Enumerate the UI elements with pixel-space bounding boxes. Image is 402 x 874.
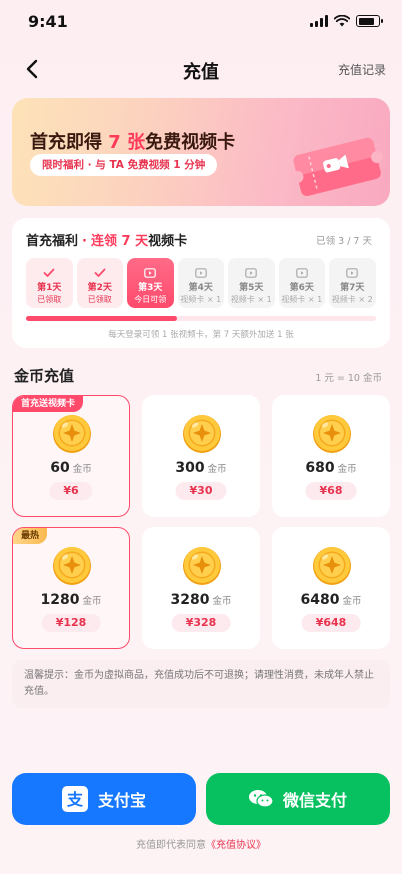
- status-icons: [310, 15, 383, 27]
- signin-day-label: 第3天: [138, 283, 163, 293]
- package-price: ¥68: [305, 482, 357, 500]
- coin-amount: 1280 金币: [40, 592, 102, 608]
- signin-day-label: 第2天: [87, 283, 112, 293]
- package-price: ¥648: [301, 614, 361, 632]
- video-card-icon: [144, 268, 157, 278]
- signin-day: 第6天视频卡 × 1: [278, 258, 325, 308]
- signin-day-status: 已领取: [37, 295, 62, 304]
- signin-day[interactable]: 第3天今日可领: [127, 258, 174, 308]
- video-card-icon: [245, 268, 258, 278]
- signin-day-status: 今日可领: [134, 295, 167, 304]
- coin-amount: 680 金币: [305, 460, 357, 476]
- coin-section-title: 金币充值: [14, 367, 75, 385]
- gold-coin-icon: [183, 547, 221, 585]
- signin-day-status: 视频卡 × 1: [180, 295, 222, 304]
- alipay-label: 支付宝: [97, 791, 146, 810]
- signin-day: 第1天已领取: [26, 258, 73, 308]
- nav-bar: 充值 充值记录: [0, 52, 402, 86]
- signin-day-label: 第6天: [289, 283, 314, 293]
- video-card-icon: [346, 268, 359, 278]
- signin-day-label: 第5天: [239, 283, 264, 293]
- signin-title: 首充福利 · 连领 7 天视频卡: [26, 234, 188, 249]
- status-bar: 9:41: [0, 0, 402, 44]
- battery-icon: [356, 15, 383, 27]
- gold-coin-icon: [183, 415, 221, 453]
- coin-package[interactable]: 300 金币 ¥30: [142, 395, 260, 517]
- signin-progress-fill: [26, 316, 177, 321]
- signin-card: 首充福利 · 连领 7 天视频卡 已领 3 / 7 天 第1天 已领取 第2天 已领取 第3…: [12, 218, 390, 348]
- wechat-pay-button[interactable]: 微信支付: [206, 773, 390, 825]
- signin-progress-track: [26, 316, 376, 321]
- status-time: 9:41: [28, 12, 68, 31]
- video-card-icon: [295, 268, 308, 278]
- signin-day: 第2天已领取: [76, 258, 123, 308]
- banner-subtitle: 限时福利 · 与 TA 免费视频 1 分钟: [30, 154, 218, 176]
- package-tag: 首充送视频卡: [13, 396, 84, 412]
- coin-package[interactable]: 680 金币 ¥68: [272, 395, 390, 517]
- package-tag: 最热: [13, 528, 48, 544]
- banner-headline: 首充即得 7 张免费视频卡: [30, 132, 236, 153]
- wechat-icon: [248, 790, 273, 808]
- check-icon: [94, 268, 106, 277]
- signin-days: 第1天 已领取 第2天 已领取 第3天 今日可领 第4天 视频卡 × 1 第5天 视频卡 × 1第…: [26, 258, 376, 308]
- package-price: ¥30: [175, 482, 227, 500]
- signin-day: 第4天视频卡 × 1: [177, 258, 224, 308]
- alipay-icon: 支: [61, 786, 88, 812]
- gold-coin-icon: [313, 415, 351, 453]
- cellular-signal-icon: [310, 15, 328, 27]
- coin-package[interactable]: 首充送视频卡 60 金币 ¥6: [12, 395, 130, 517]
- gold-coin-icon: [313, 547, 351, 585]
- package-price: ¥128: [41, 614, 101, 632]
- svg-text:支: 支: [66, 790, 84, 809]
- exchange-rate: 1 元 = 10 金币: [315, 373, 382, 384]
- agreement-text: 充值即代表同意《充值协议》: [136, 840, 266, 851]
- coin-package[interactable]: 6480 金币 ¥648: [272, 527, 390, 649]
- alipay-button[interactable]: 支 支付宝: [12, 773, 196, 825]
- signin-day-status: 已领取: [87, 295, 112, 304]
- coin-package[interactable]: 3280 金币 ¥328: [142, 527, 260, 649]
- signin-day-status: 视频卡 × 1: [230, 295, 272, 304]
- wifi-icon: [334, 15, 350, 27]
- coin-amount: 300 金币: [175, 460, 227, 476]
- signin-day-status: 视频卡 × 1: [281, 295, 323, 304]
- first-charge-banner[interactable]: 首充即得 7 张免费视频卡 限时福利 · 与 TA 免费视频 1 分钟: [12, 98, 390, 206]
- signin-day: 第5天视频卡 × 1: [228, 258, 275, 308]
- notice-text: 温馨提示：金币为虚拟商品，充值成功后不可退换；请理性消费，未成年人禁止充值。: [12, 660, 390, 708]
- coin-amount: 6480 金币: [300, 592, 362, 608]
- signin-day-label: 第4天: [188, 283, 213, 293]
- package-price: ¥328: [171, 614, 231, 632]
- video-ticket-icon: [291, 137, 384, 196]
- gold-coin-icon: [53, 415, 91, 453]
- check-icon: [43, 268, 55, 277]
- gold-coin-icon: [53, 547, 91, 585]
- signin-day-label: 第1天: [37, 283, 62, 293]
- coin-package-grid: 首充送视频卡 60 金币 ¥6 300 金币 ¥30 680 金币 ¥68 最热 1280 金币 ¥128…: [12, 395, 390, 649]
- coin-package[interactable]: 最热 1280 金币 ¥128: [12, 527, 130, 649]
- package-price: ¥6: [49, 482, 93, 500]
- signin-day-label: 第7天: [340, 283, 365, 293]
- claimed-count: 已领 3 / 7 天: [316, 236, 372, 247]
- recharge-record-link[interactable]: 充值记录: [338, 61, 386, 78]
- coin-amount: 60 金币: [50, 460, 92, 476]
- wechat-pay-label: 微信支付: [282, 791, 347, 810]
- coin-amount: 3280 金币: [170, 592, 232, 608]
- video-card-icon: [194, 268, 207, 278]
- agreement-link[interactable]: 《充值协议》: [206, 840, 266, 851]
- signin-day: 第7天视频卡 × 2: [329, 258, 376, 308]
- signin-tip: 每天登录可领 1 张视频卡，第 7 天额外加送 1 张: [108, 330, 294, 340]
- signin-day-status: 视频卡 × 2: [331, 295, 373, 304]
